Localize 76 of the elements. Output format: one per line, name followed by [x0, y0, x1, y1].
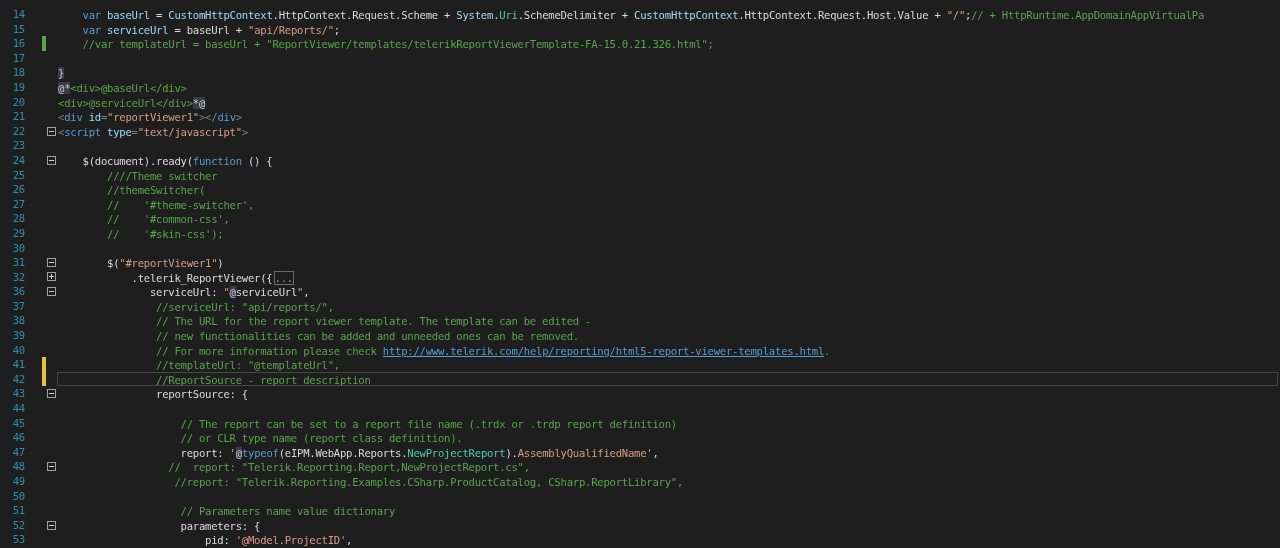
line-number: 20 [11, 94, 25, 110]
code-line: // '#common-css', [107, 212, 230, 225]
line-number: 17 [11, 50, 25, 66]
code-line: // Parameters name value dictionary [180, 504, 396, 517]
line-number: 14 [11, 7, 25, 22]
collapse-icon[interactable] [47, 462, 56, 472]
code-line: //themeSwitcher( [107, 183, 206, 196]
line-number: 21 [11, 109, 25, 124]
expand-icon[interactable] [47, 272, 56, 282]
collapse-icon[interactable] [47, 389, 56, 399]
code-line: reportSource: { [156, 387, 248, 401]
code-line: // report: "Telerik.Reporting.Report,NewProjectReport.cs", [168, 460, 530, 473]
line-number: 26 [11, 182, 25, 197]
line-number: 41 [11, 357, 25, 372]
code-line: $(document).ready(function () { [82, 153, 273, 167]
code-line: // For more information please check http://www.telerik.com/help/reporting/html5-report-viewer-templates.html. [156, 343, 831, 357]
code-line: var serviceUrl = baseUrl + "api/Reports/"; [82, 22, 340, 36]
line-number: 19 [11, 79, 25, 95]
collapse-icon[interactable] [47, 520, 56, 530]
code-line: serviceUrl: "@serviceUrl", [149, 285, 310, 298]
line-number: 36 [11, 284, 25, 299]
collapse-icon[interactable] [47, 155, 56, 165]
code-line: // The URL for the report viewer template. The template can be edited - [156, 314, 592, 328]
code-line: //ReportSource - report description [156, 372, 371, 386]
line-number: 22 [11, 123, 25, 139]
line-number: 15 [11, 21, 25, 37]
code-line: //serviceUrl: "api/reports/", [156, 299, 334, 313]
code-line: report: '@typeof(eIPM.WebApp.Reports.NewProjectReport).AssemblyQualifiedName', [180, 445, 659, 459]
line-number: 23 [11, 138, 25, 153]
line-number: 37 [11, 298, 25, 314]
code-line: pid: '@Model.ProjectID', [205, 533, 353, 546]
code-line: // or CLR type name (report class definition). [180, 431, 463, 444]
line-number: 16 [11, 36, 25, 51]
line-number: 49 [11, 474, 25, 489]
code-line: //report: "Telerik.Reporting.Examples.CSharp.ProductCatalog, CSharp.ReportLibrary", [174, 475, 684, 488]
line-number: 48 [11, 459, 25, 474]
line-number: 39 [11, 328, 25, 343]
code-line: //var templateUrl = baseUrl + "ReportViewer/templates/telerikReportViewerTemplate-FA-15.0.21.326.html"; [82, 37, 714, 50]
line-number: 24 [11, 152, 25, 168]
line-number: 30 [11, 240, 25, 256]
line-number: 44 [11, 401, 25, 416]
code-line: //templateUrl: "@templateUrl", [156, 358, 340, 371]
line-number: 53 [11, 532, 25, 547]
line-number: 45 [11, 415, 25, 431]
line-number: 50 [11, 488, 25, 504]
line-number: 31 [11, 255, 25, 270]
code-line: // '#theme-switcher', [107, 197, 255, 211]
line-number: 40 [11, 342, 25, 358]
line-number: 51 [11, 503, 25, 518]
line-number: 32 [11, 269, 25, 285]
line-number: 28 [11, 211, 25, 226]
code-line: <div>@serviceUrl</div>*@ [58, 95, 206, 109]
code-line: // The report can be set to a report file name (.trdx or .trdp report definition) [180, 416, 677, 430]
line-number: 18 [11, 65, 25, 80]
code-line: // new functionalities can be added and unneeded ones can be removed. [156, 329, 579, 342]
collapse-icon[interactable] [47, 257, 56, 267]
line-number: 29 [11, 225, 25, 241]
line-number: 52 [11, 517, 25, 533]
line-number: 38 [11, 313, 25, 329]
code-line: var baseUrl = CustomHttpContext.HttpContext.Request.Scheme + System.Uri.SchemeDelimiter + CustomHttpContext.HttpContext.Request.Host.Value + "/";// + HttpRuntime.AppDomainAppVirtualPa [82, 8, 1205, 21]
code-line: // '#skin-css'); [107, 226, 224, 240]
code-line: .telerik_ReportViewer({ ... [131, 270, 294, 284]
code-line: parameters: { [180, 518, 261, 532]
code-line: ////Theme switcher [107, 168, 218, 182]
code-line: @*<div>@baseUrl</div> [58, 80, 187, 94]
line-number: 25 [11, 167, 25, 183]
line-number: 47 [11, 444, 25, 460]
code-line: <script type="text/javascript"> [58, 124, 249, 138]
line-number: 42 [11, 371, 25, 387]
code-line: $("#reportViewer1") [107, 256, 224, 269]
line-number: 27 [11, 196, 25, 212]
code-line: <div id="reportViewer1"></div> [58, 110, 242, 123]
line-number: 46 [11, 430, 25, 445]
line-number: 43 [11, 386, 25, 402]
collapse-icon[interactable] [47, 126, 56, 136]
collapse-icon[interactable] [47, 287, 56, 297]
